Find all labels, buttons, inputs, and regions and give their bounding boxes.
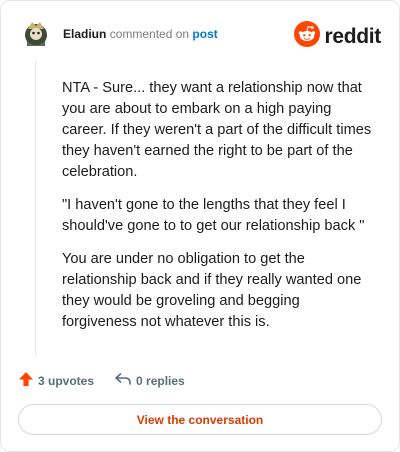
reply-arrow-icon [114,371,136,390]
replies-stat[interactable]: 0 replies [114,371,185,390]
upvotes-stat[interactable]: 3 upvotes [18,371,94,390]
comment-body: NTA - Sure... they want a relationship n… [62,78,377,345]
avatar[interactable] [23,19,49,47]
view-conversation-button[interactable]: View the conversation [18,404,382,435]
comment-header: Eladiun commented on post reddit [23,19,383,49]
commented-text: commented on [109,27,190,41]
comment-paragraph: You are under no obligation to get the r… [62,251,362,330]
comment-paragraph: "I haven't gone to the lengths that they… [62,197,365,234]
comment-stats: 3 upvotes 0 replies [18,371,185,390]
reddit-brand[interactable]: reddit [294,21,381,52]
author-line: Eladiun commented on post [63,27,218,41]
reddit-logo-icon [294,21,321,52]
post-link[interactable]: post [192,27,217,41]
comment-paragraph: NTA - Sure... they want a relationship n… [62,80,372,180]
replies-count: 0 replies [136,373,185,388]
thread-line [35,61,36,356]
comment-embed-card: Eladiun commented on post reddit NTA - S… [0,0,400,452]
author-name[interactable]: Eladiun [63,27,106,41]
upvotes-count: 3 upvotes [38,373,95,388]
reddit-wordmark: reddit [324,24,381,48]
upvote-arrow-icon [18,371,38,390]
